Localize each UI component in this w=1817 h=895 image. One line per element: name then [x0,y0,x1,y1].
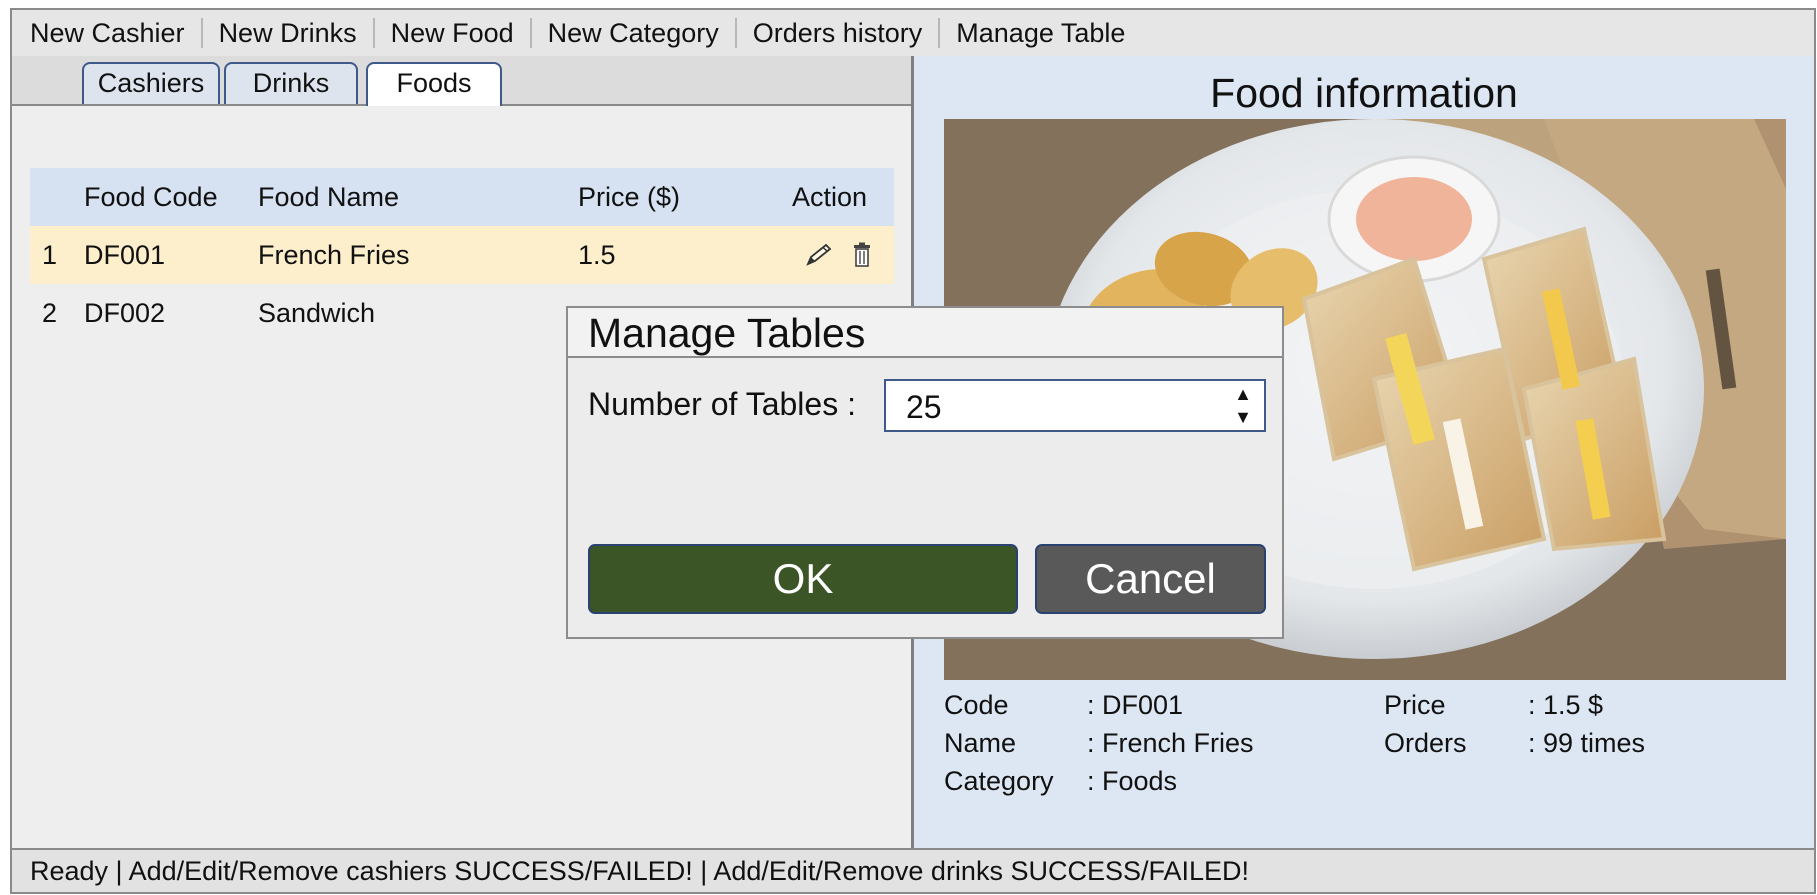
cancel-button[interactable]: Cancel [1035,544,1266,614]
menu-orders-history[interactable]: Orders history [734,18,939,48]
tab-cashiers[interactable]: Cashiers [82,62,220,104]
pencil-icon[interactable] [804,242,834,275]
menu-new-cashier[interactable]: New Cashier [30,18,201,48]
name-label: Name [944,728,1017,758]
header-price[interactable]: Price ($) [578,168,680,226]
menu-new-drinks[interactable]: New Drinks [200,18,373,48]
price-label: Price [1384,690,1446,720]
trash-icon[interactable] [852,242,872,275]
row-code: DF002 [84,298,166,328]
code-label: Code [944,690,1009,720]
app-window: New Cashier New Drinks New Food New Cate… [10,8,1816,894]
row-index: 1 [42,240,58,270]
panel-title: Food information [1210,70,1518,116]
category-value: : Foods [1087,766,1178,796]
ok-button[interactable]: OK [588,544,1018,614]
tab-foods[interactable]: Foods [366,62,502,106]
row-code: DF001 [84,240,166,270]
chevron-up-icon[interactable]: ▲ [1234,385,1252,403]
category-label: Category [944,766,1054,796]
chevron-down-icon[interactable]: ▼ [1234,408,1252,426]
code-value: : DF001 [1087,690,1184,720]
menu-manage-table[interactable]: Manage Table [938,18,1141,48]
row-index: 2 [42,298,58,328]
number-of-tables-stepper[interactable]: 25 ▲ ▼ [884,379,1266,432]
orders-label: Orders [1384,728,1467,758]
table-row[interactable]: 1 DF001 French Fries 1.5 [30,226,894,284]
row-actions [804,242,872,275]
table-header: Food Code Food Name Price ($) Action [30,168,894,226]
menu-new-category[interactable]: New Category [529,18,735,48]
header-action: Action [792,182,868,212]
row-name: French Fries [258,240,410,270]
price-value: : 1.5 $ [1528,690,1604,720]
manage-tables-dialog: Manage Tables Number of Tables : 25 ▲ ▼ … [566,306,1284,639]
stepper-value[interactable]: 25 [906,389,942,426]
name-value: : French Fries [1087,728,1254,758]
menu-bar: New Cashier New Drinks New Food New Cate… [12,10,1814,58]
header-food-name[interactable]: Food Name [258,168,399,226]
status-bar: Ready | Add/Edit/Remove cashiers SUCCESS… [12,848,1814,892]
number-of-tables-label: Number of Tables : [588,386,856,422]
row-price: 1.5 [578,240,616,270]
tab-drinks[interactable]: Drinks [224,62,358,104]
orders-value: : 99 times [1528,728,1646,758]
dialog-title: Manage Tables [568,308,1282,358]
header-food-code[interactable]: Food Code [84,168,218,226]
menu-new-food[interactable]: New Food [372,18,530,48]
row-name: Sandwich [258,298,376,328]
tab-strip: Cashiers Drinks Foods [12,56,911,106]
